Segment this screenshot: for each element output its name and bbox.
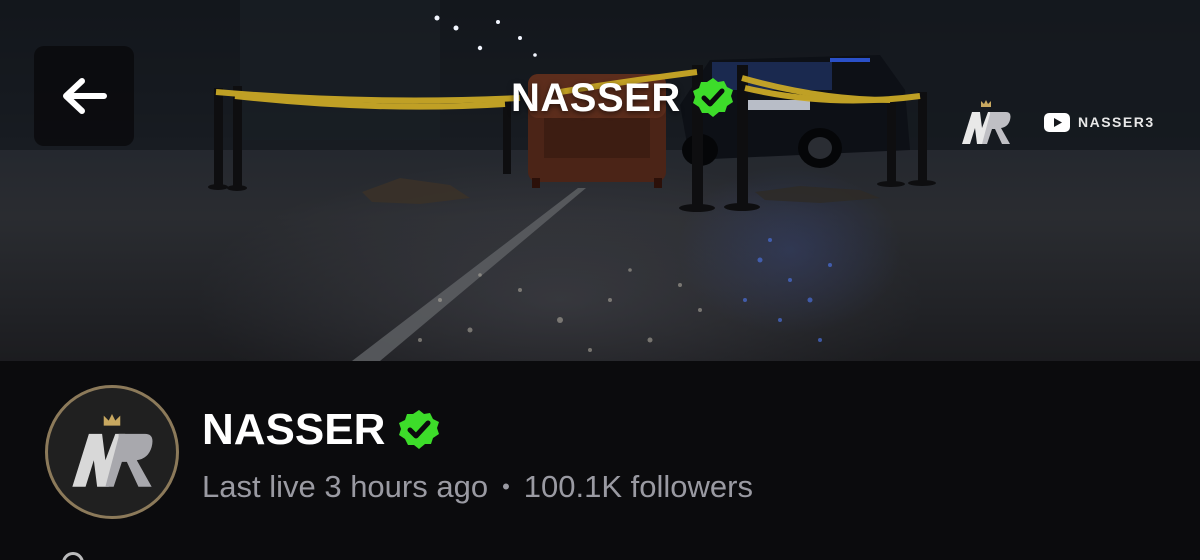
banner-channel-title: NASSER [511,76,735,120]
channel-name-row: NASSER [202,404,441,456]
followers-count: 100.1K followers [523,469,753,504]
last-live-text: Last live 3 hours ago [202,469,489,504]
back-button[interactable] [34,46,134,146]
channel-meta: Last live 3 hours ago • 100.1K followers [202,468,753,506]
verified-badge-icon [399,410,440,449]
nr-logo-icon [72,414,153,487]
youtube-icon [1044,112,1070,132]
arrow-left-icon [63,78,107,114]
channel-banner: NASSER NASSER3 [0,0,1200,361]
youtube-label: NASSER3 [1078,114,1155,130]
nr-logo-icon [962,100,1011,144]
partial-icon [62,552,84,560]
avatar[interactable] [45,385,179,519]
banner-title-text: NASSER [511,75,681,120]
banner-scene [0,0,1200,361]
verified-badge-icon [692,78,733,117]
youtube-link[interactable]: NASSER3 [1044,110,1155,134]
channel-name: NASSER [202,405,386,454]
meta-separator: • [502,474,510,499]
